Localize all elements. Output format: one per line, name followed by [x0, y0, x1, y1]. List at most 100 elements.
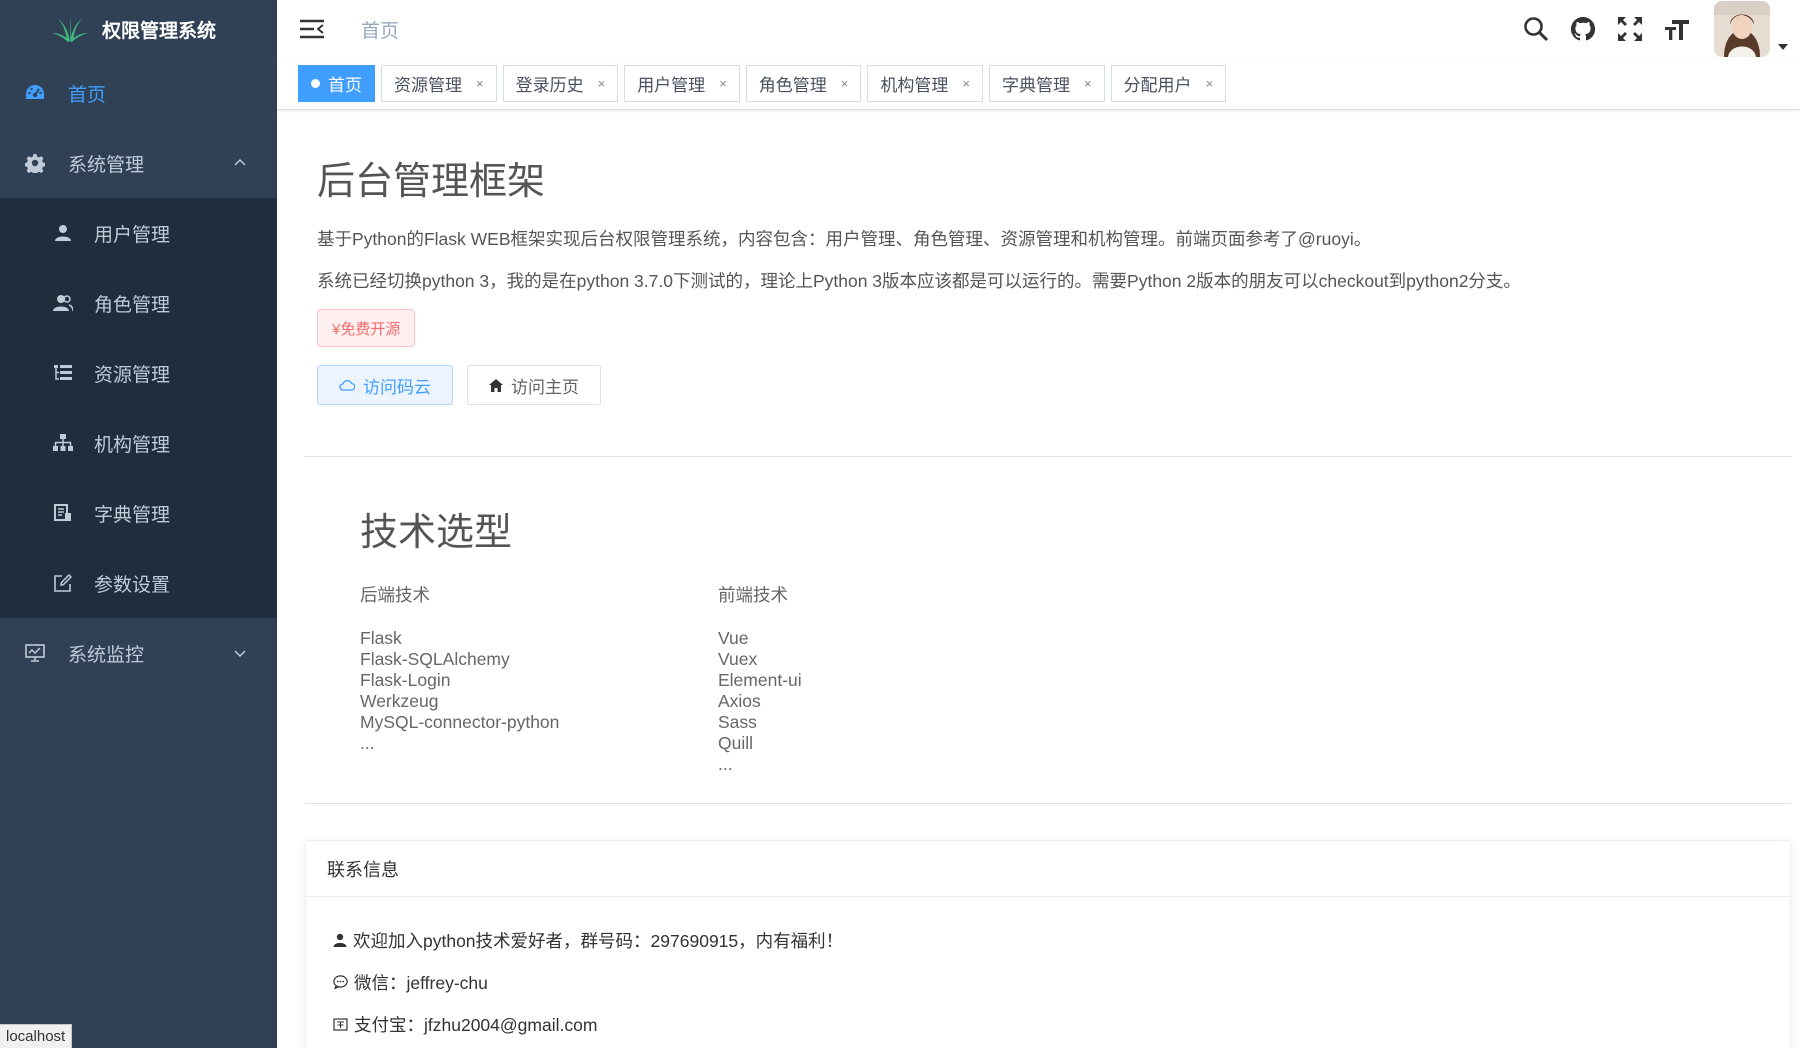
frontend-tech-list: Vue Vuex Element-ui Axios Sass Quill ...	[718, 628, 1076, 775]
search-icon[interactable]	[1522, 15, 1550, 43]
list-item: Element-ui	[718, 670, 802, 690]
dashboard-icon	[24, 82, 46, 104]
contact-text: 欢迎加入python技术爱好者，群号码：297690915，内有福利！	[353, 930, 844, 951]
sidebar-item-dict[interactable]: 字典管理	[0, 478, 277, 548]
sidebar-item-users[interactable]: 用户管理	[0, 198, 277, 268]
divider	[305, 803, 1791, 804]
font-size-icon[interactable]	[1663, 15, 1691, 43]
close-icon[interactable]: ×	[476, 76, 484, 91]
contact-text: 支付宝：jfzhu2004@gmail.com	[354, 1014, 598, 1035]
close-icon[interactable]: ×	[1084, 76, 1092, 91]
navbar-right-menu	[1522, 0, 1800, 58]
sidebar-item-org[interactable]: 机构管理	[0, 408, 277, 478]
intro-actions: 访问码云 访问主页	[317, 365, 1800, 405]
sidebar: 权限管理系统 首页 系统管理 用户管理 角色管理 资源管理 机构管理 字典管理 …	[0, 0, 277, 1048]
backend-tech-column: 后端技术 Flask Flask-SQLAlchemy Flask-Login …	[360, 582, 718, 775]
tag-label: 字典管理	[1001, 76, 1070, 95]
button-label: 访问主页	[511, 377, 579, 397]
wallet-icon	[333, 1018, 348, 1031]
logo-icon	[52, 17, 88, 42]
close-icon[interactable]: ×	[962, 76, 970, 91]
close-icon[interactable]: ×	[1206, 76, 1214, 91]
tag-login-history[interactable]: 登录历史 ×	[502, 65, 619, 102]
github-icon[interactable]	[1569, 15, 1597, 43]
tag-roles[interactable]: 角色管理 ×	[745, 65, 862, 102]
sidebar-item-system[interactable]: 系统管理	[0, 128, 277, 198]
sidebar-item-label: 角色管理	[94, 294, 171, 316]
intro-paragraph: 基于Python的Flask WEB框架实现后台权限管理系统，内容包含：用户管理…	[317, 229, 1372, 249]
submenu-system: 用户管理 角色管理 资源管理 机构管理 字典管理 参数设置	[0, 198, 277, 618]
gear-icon	[24, 152, 46, 174]
list-item: Axios	[718, 691, 761, 711]
backend-tech-list: Flask Flask-SQLAlchemy Flask-Login Werkz…	[360, 628, 718, 754]
visit-homepage-button[interactable]: 访问主页	[467, 365, 601, 405]
sidebar-item-roles[interactable]: 角色管理	[0, 268, 277, 338]
visit-gitee-button[interactable]: 访问码云	[317, 365, 453, 405]
free-opensource-badge: ¥免费开源	[317, 309, 416, 347]
sidebar-item-resources[interactable]: 资源管理	[0, 338, 277, 408]
tag-label: 分配用户	[1123, 76, 1192, 95]
hamburger-icon[interactable]	[299, 18, 325, 40]
chat-bubble-icon	[333, 975, 348, 989]
tag-label: 用户管理	[637, 76, 706, 95]
sidebar-item-monitor[interactable]: 系统监控	[0, 618, 277, 688]
list-item: Flask-SQLAlchemy	[360, 649, 510, 669]
contact-wechat: 微信：jeffrey-chu	[333, 961, 1790, 1003]
button-label: 访问码云	[363, 377, 431, 397]
avatar	[1714, 1, 1770, 57]
tag-label: 角色管理	[758, 76, 827, 95]
sidebar-item-label: 系统管理	[68, 154, 145, 176]
tag-resources[interactable]: 资源管理 ×	[381, 65, 497, 102]
tag-dict[interactable]: 字典管理 ×	[988, 65, 1105, 102]
list-item: ...	[718, 754, 733, 774]
section-title: 技术选型	[360, 512, 513, 554]
user-icon	[333, 933, 347, 947]
tag-users[interactable]: 用户管理 ×	[624, 65, 740, 102]
monitor-icon	[24, 642, 46, 664]
app-title: 权限管理系统	[102, 20, 217, 42]
close-icon[interactable]: ×	[598, 76, 606, 91]
contact-qq-group: 欢迎加入python技术爱好者，群号码：297690915，内有福利！	[333, 919, 1790, 961]
sidebar-item-params[interactable]: 参数设置	[0, 548, 277, 618]
sidebar-item-label: 机构管理	[94, 434, 171, 456]
main-area: 首页 首页 资源管理 × 登录历史 × 用户管理 × 角色管理 × 机构管理 ×…	[277, 0, 1800, 1048]
list-item: Vuex	[718, 649, 758, 669]
tag-home[interactable]: 首页	[298, 65, 375, 102]
contact-alipay: 支付宝：jfzhu2004@gmail.com	[333, 1003, 1790, 1045]
list-item: MySQL-connector-python	[360, 712, 560, 732]
status-url-tooltip: localhost	[0, 1024, 73, 1048]
tag-assign-users[interactable]: 分配用户 ×	[1110, 65, 1227, 102]
home-icon	[489, 378, 503, 392]
breadcrumb: 首页	[361, 20, 400, 42]
tag-org[interactable]: 机构管理 ×	[867, 65, 983, 102]
tree-table-icon	[52, 362, 74, 384]
logo[interactable]: 权限管理系统	[0, 0, 277, 58]
dict-icon	[52, 502, 74, 524]
active-dot-icon	[311, 79, 320, 88]
page-content: 后台管理框架 基于Python的Flask WEB框架实现后台权限管理系统，内容…	[277, 150, 1800, 1048]
org-tree-icon	[52, 432, 74, 454]
sidebar-item-label: 字典管理	[94, 504, 171, 526]
close-icon[interactable]: ×	[841, 76, 849, 91]
sidebar-item-label: 参数设置	[94, 574, 171, 596]
cloud-icon	[339, 380, 355, 391]
close-icon[interactable]: ×	[719, 76, 727, 91]
sidebar-item-label: 用户管理	[94, 224, 171, 246]
contact-text: 微信：jeffrey-chu	[354, 972, 488, 993]
sidebar-item-label: 资源管理	[94, 364, 171, 386]
column-title: 前端技术	[718, 585, 788, 605]
navbar: 首页	[277, 0, 1800, 58]
list-item: Werkzeug	[360, 691, 439, 711]
user-icon	[52, 222, 74, 244]
list-item: Sass	[718, 712, 757, 732]
fullscreen-icon[interactable]	[1616, 15, 1644, 43]
list-item: Flask	[360, 628, 402, 648]
edit-icon	[52, 572, 74, 594]
chevron-up-icon	[234, 158, 246, 166]
sidebar-item-home[interactable]: 首页	[0, 58, 277, 128]
tag-label: 首页	[328, 76, 362, 95]
user-avatar-dropdown[interactable]	[1714, 1, 1788, 57]
sidebar-item-label: 系统监控	[68, 644, 145, 666]
users-icon	[52, 292, 74, 314]
list-item: Vue	[718, 628, 749, 648]
